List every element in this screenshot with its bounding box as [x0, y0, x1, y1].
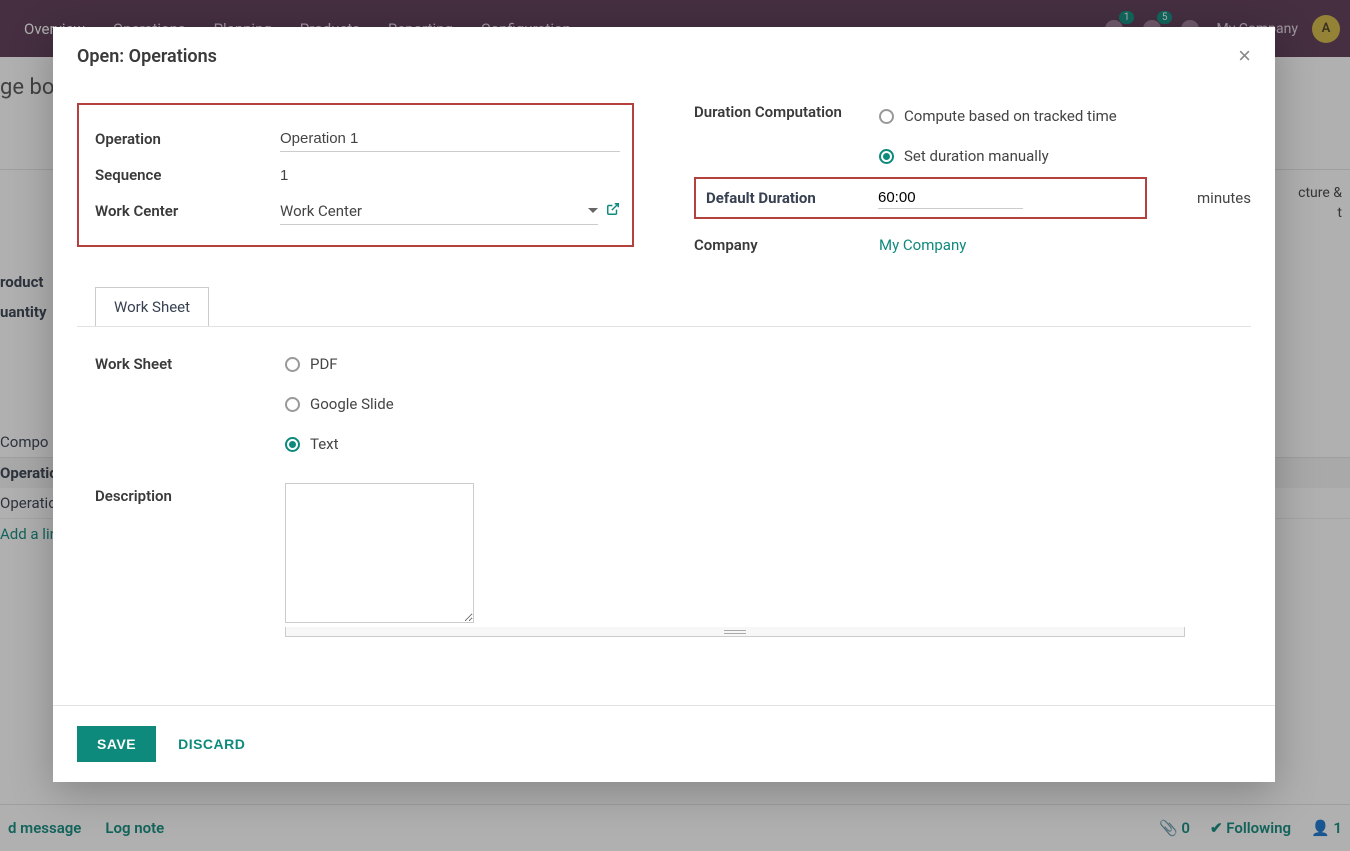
- company-value[interactable]: My Company: [879, 236, 966, 254]
- radio-tracked-time[interactable]: Compute based on tracked time: [879, 103, 1117, 129]
- discard-button[interactable]: DISCARD: [178, 726, 245, 762]
- radio-icon: [879, 109, 894, 124]
- minutes-label: minutes: [1197, 189, 1251, 207]
- tab-bar: Work Sheet: [77, 287, 1251, 327]
- default-duration-highlight: Default Duration: [694, 177, 1147, 219]
- default-duration-input[interactable]: [878, 187, 1023, 209]
- workcenter-label: Work Center: [95, 202, 280, 220]
- description-textarea[interactable]: [285, 483, 474, 623]
- duration-computation-label: Duration Computation: [694, 103, 879, 121]
- radio-icon: [285, 437, 300, 452]
- save-button[interactable]: SAVE: [77, 726, 156, 762]
- company-label: Company: [694, 236, 879, 254]
- radio-icon: [285, 357, 300, 372]
- radio-icon: [285, 397, 300, 412]
- sequence-input[interactable]: [280, 163, 620, 188]
- radio-text[interactable]: Text: [285, 431, 394, 457]
- radio-google-slide[interactable]: Google Slide: [285, 391, 394, 417]
- tab-worksheet[interactable]: Work Sheet: [95, 287, 209, 326]
- default-duration-label: Default Duration: [706, 189, 878, 207]
- operations-modal: Open: Operations × Operation Sequence: [53, 27, 1275, 782]
- description-label: Description: [95, 483, 285, 637]
- radio-pdf[interactable]: PDF: [285, 351, 394, 377]
- modal-footer: SAVE DISCARD: [53, 705, 1275, 782]
- operation-group-highlight: Operation Sequence Work Center: [77, 103, 634, 247]
- sequence-label: Sequence: [95, 166, 280, 184]
- workcenter-dropdown[interactable]: Work Center: [280, 198, 598, 225]
- operation-input[interactable]: [280, 126, 620, 152]
- worksheet-label: Work Sheet: [95, 351, 285, 457]
- modal-title: Open: Operations: [77, 46, 217, 67]
- operation-label: Operation: [95, 130, 280, 148]
- modal-header: Open: Operations ×: [53, 27, 1275, 85]
- resize-handle[interactable]: [285, 627, 1185, 637]
- close-button[interactable]: ×: [1238, 43, 1251, 69]
- chevron-down-icon: [588, 208, 598, 213]
- radio-icon: [879, 149, 894, 164]
- radio-set-manually[interactable]: Set duration manually: [879, 143, 1049, 169]
- external-link-icon[interactable]: [606, 202, 620, 220]
